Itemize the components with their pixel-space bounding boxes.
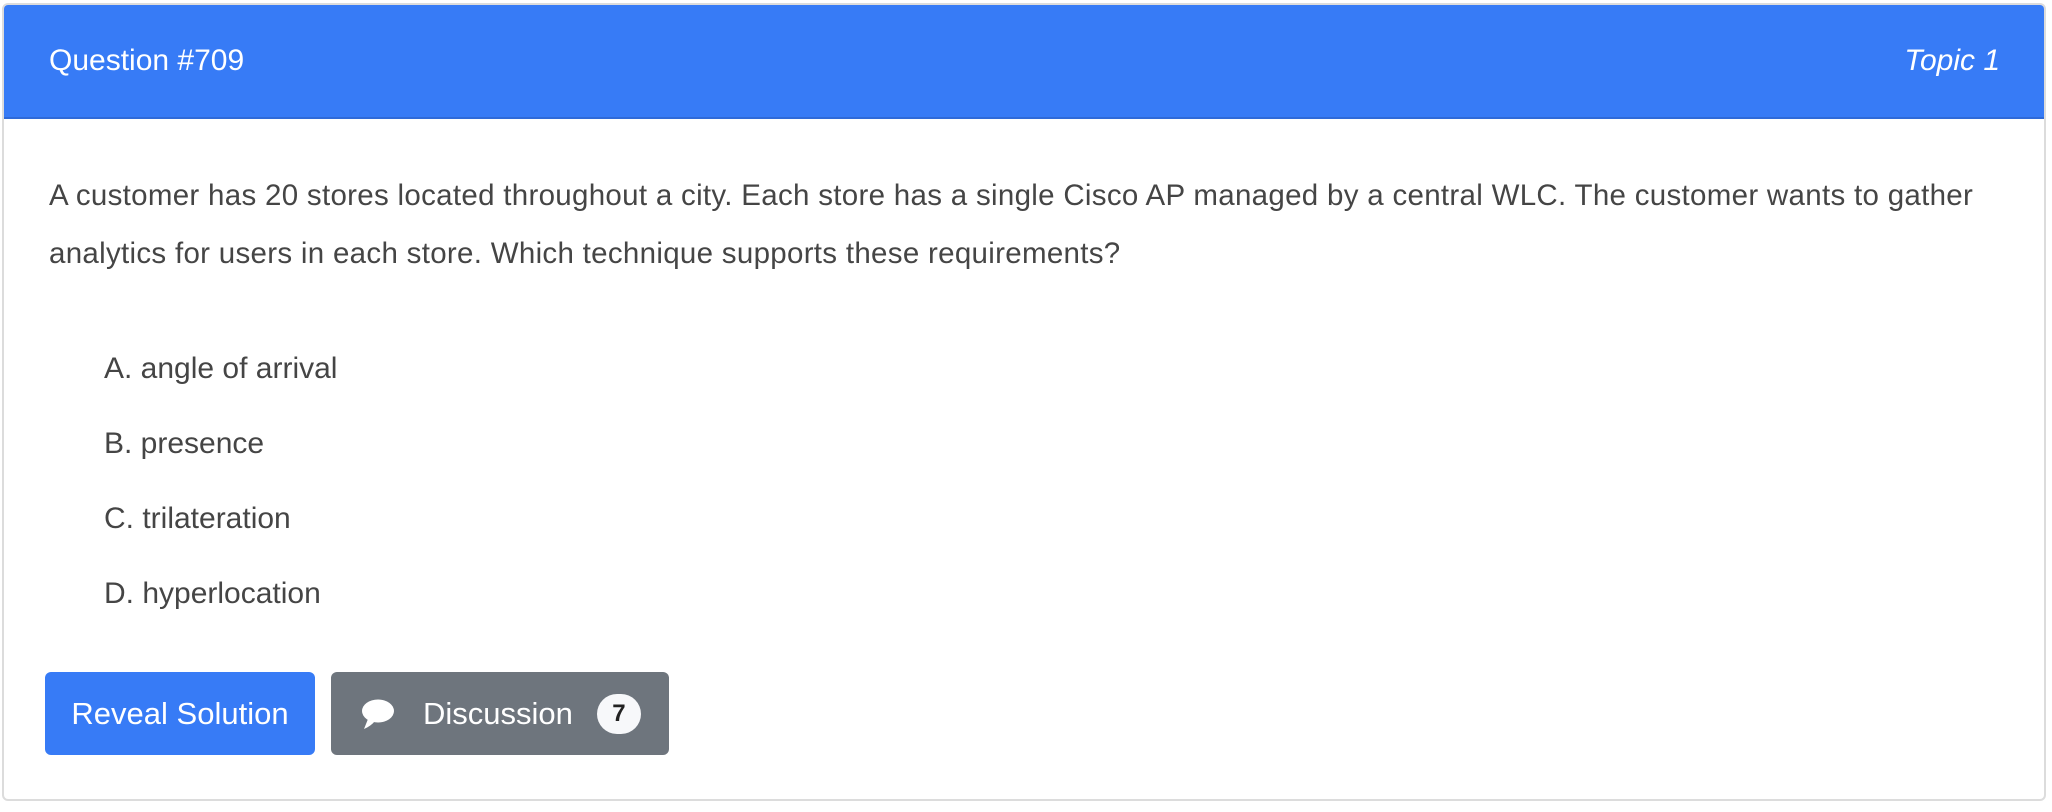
comment-icon [362, 699, 394, 729]
choices-list: A. angle of arrival B. presence C. trila… [104, 331, 1999, 631]
choice-b[interactable]: B. presence [104, 406, 1999, 481]
reveal-solution-label: Reveal Solution [71, 695, 289, 731]
choice-c[interactable]: C. trilateration [104, 481, 1999, 556]
question-text: A customer has 20 stores located through… [49, 179, 1974, 270]
discussion-label: Discussion [423, 695, 573, 731]
topic-label: Topic 1 [1904, 44, 2000, 77]
choice-a[interactable]: A. angle of arrival [104, 331, 1999, 406]
question-title: Question #709 [49, 44, 245, 77]
card-header: Question #709 Topic 1 [4, 5, 2044, 119]
discussion-count-badge: 7 [596, 693, 641, 734]
discussion-button[interactable]: Discussion 7 [331, 672, 669, 755]
card-body: A customer has 20 stores located through… [4, 167, 2044, 631]
action-buttons: Reveal Solution Discussion 7 [45, 672, 669, 755]
reveal-solution-button[interactable]: Reveal Solution [45, 672, 315, 755]
choice-d[interactable]: D. hyperlocation [104, 556, 1999, 631]
